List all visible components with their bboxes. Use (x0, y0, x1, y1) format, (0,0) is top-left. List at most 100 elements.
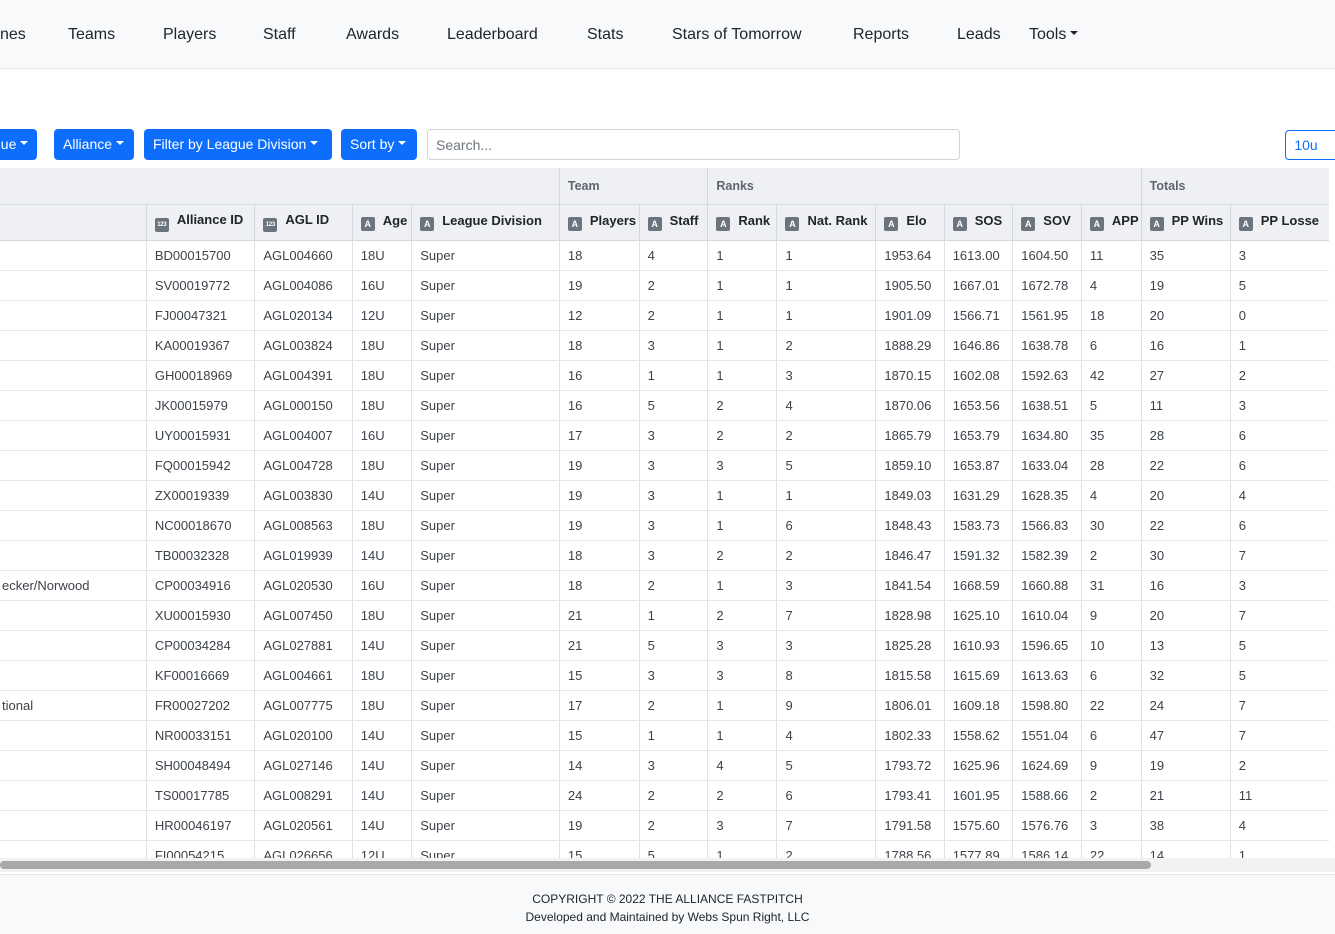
table-cell: 2 (1080, 780, 1142, 811)
nav-item-stats[interactable]: Stats (587, 25, 623, 44)
table-cell: 1815.58 (875, 660, 945, 691)
table-cell: 1592.63 (1012, 360, 1082, 391)
table-row[interactable]: BD00015700 AGL004660 18U Super 18 4 1 1 1953.64 1… (0, 240, 1329, 271)
search-input[interactable] (427, 129, 960, 160)
table-row[interactable]: GH00018969 AGL004391 18U Super 16 1 1 3 1870.15 1… (0, 360, 1329, 391)
table-cell: 1582.39 (1012, 540, 1082, 571)
table-cell: AGL004007 (254, 420, 353, 451)
table-cell: 1604.50 (1012, 240, 1082, 271)
alliance-filter-button[interactable]: Alliance (54, 129, 134, 160)
column-header[interactable]: A Age (351, 204, 412, 241)
column-header-label: APP (1111, 213, 1139, 228)
division-filter-button[interactable]: Filter by League Division (144, 129, 332, 160)
text-type-icon: A (1021, 217, 1036, 231)
table-row[interactable]: SV00019772 AGL004086 16U Super 19 2 1 1 1905.50 1… (0, 270, 1329, 301)
nav-item-players[interactable]: Players (163, 25, 216, 44)
column-header-name[interactable] (0, 204, 147, 241)
table-cell: 1825.28 (875, 630, 945, 661)
nav-item-leaderboard[interactable]: Leaderboard (447, 25, 538, 44)
table-cell: 2 (776, 840, 876, 858)
nav-item-stars-of-tomorrow[interactable]: Stars of Tomorrow (672, 25, 802, 44)
table-cell: 22 (1080, 840, 1142, 858)
table-cell: 5 (638, 390, 708, 421)
table-row[interactable]: JK00015979 AGL000150 18U Super 16 5 2 4 1870.06 1… (0, 390, 1329, 421)
table-cell: 22 (1080, 690, 1142, 721)
table-row[interactable]: KA00019367 AGL003824 18U Super 18 3 1 2 1888.29 1… (0, 330, 1329, 361)
table-cell: 14U (351, 780, 412, 811)
table-row[interactable]: ecker/Norwood CP00034916 AGL020530 16U Super… (0, 570, 1329, 601)
table-row[interactable]: SH00048494 AGL027146 14U Super 14 3 4 5 1793.72 1… (0, 750, 1329, 781)
table-row[interactable]: FJ00047321 AGL020134 12U Super 12 2 1 1 1901.09 1… (0, 300, 1329, 331)
table-cell: 2 (707, 390, 777, 421)
table-cell: 2 (776, 420, 876, 451)
table-cell: 2 (638, 300, 708, 331)
table-cell: 1646.86 (943, 330, 1013, 361)
table-cell: NC00018670 (145, 510, 255, 541)
table-cell: ZX00019339 (145, 480, 255, 511)
table-cell: 16 (558, 390, 640, 421)
scrollbar-thumb[interactable] (0, 861, 1151, 869)
table-row[interactable]: HR00046197 AGL020561 14U Super 19 2 3 7 1791.58 1… (0, 810, 1329, 841)
table-row[interactable]: ZX00019339 AGL003830 14U Super 19 3 1 1 1849.03 1… (0, 480, 1329, 511)
nav-item-teams[interactable]: Teams (68, 25, 115, 44)
table-cell: 30 (1140, 540, 1231, 571)
table-cell: 2 (707, 780, 777, 811)
table-row[interactable]: FQ00015942 AGL004728 18U Super 19 3 3 5 1859.10 1… (0, 450, 1329, 481)
table-row[interactable]: UY00015931 AGL004007 16U Super 17 3 2 2 1865.79 1… (0, 420, 1329, 451)
table-cell: CP00034284 (145, 630, 255, 661)
table-row[interactable]: XU00015930 AGL007450 18U Super 21 1 2 7 1828.98 1… (0, 600, 1329, 631)
table-cell: 8 (776, 660, 876, 691)
table-row[interactable]: CP00034284 AGL027881 14U Super 21 5 3 3 1825.28 1… (0, 630, 1329, 661)
column-header[interactable]: 123 AGL ID (254, 204, 353, 241)
table-cell: 1628.35 (1012, 480, 1082, 511)
table-cell: 7 (1229, 540, 1329, 571)
column-header[interactable]: A PP Losse (1229, 204, 1329, 241)
column-header[interactable]: A Staff (638, 204, 708, 241)
nav-item-staff[interactable]: Staff (263, 25, 296, 44)
table-row[interactable]: NC00018670 AGL008563 18U Super 19 3 1 6 1848.43 1… (0, 510, 1329, 541)
table-cell: Super (411, 570, 560, 601)
sort-by-button[interactable]: Sort by (341, 129, 417, 160)
table-row[interactable]: FI00054215 AGL026656 12U Super 15 5 1 2 1788.56 1… (0, 840, 1329, 858)
table-cell: 1793.72 (875, 750, 945, 781)
table-cell: SH00048494 (145, 750, 255, 781)
column-header[interactable]: A Rank (707, 204, 777, 241)
table-cell: 1631.29 (943, 480, 1013, 511)
table-cell: UY00015931 (145, 420, 255, 451)
nav-item-games[interactable]: nes (0, 25, 26, 44)
age-10u-button[interactable]: 10u (1285, 130, 1327, 160)
teams-table: Team Ranks Totals 123 Alliance ID 123 AGL I… (0, 168, 1329, 858)
table-row[interactable]: NR00033151 AGL020100 14U Super 15 1 1 4 1802.33 1… (0, 720, 1329, 751)
column-header[interactable]: 123 Alliance ID (145, 204, 255, 241)
nav-item-leads[interactable]: Leads (957, 25, 1001, 44)
table-row[interactable]: KF00016669 AGL004661 18U Super 15 3 3 8 1815.58 1… (0, 660, 1329, 691)
table-cell: TB00032328 (145, 540, 255, 571)
table-cell: 1 (776, 240, 876, 271)
nav-item-tools[interactable]: Tools (1029, 25, 1079, 44)
table-cell: 1849.03 (875, 480, 945, 511)
age-next-button[interactable] (1326, 130, 1335, 160)
column-header[interactable]: A Nat. Rank (776, 204, 876, 241)
column-header[interactable]: A Elo (875, 204, 945, 241)
table-cell: FJ00047321 (145, 300, 255, 331)
column-header[interactable]: A SOS (943, 204, 1013, 241)
table-row[interactable]: TS00017785 AGL008291 14U Super 24 2 2 6 1793.41 1… (0, 780, 1329, 811)
table-row[interactable]: TB00032328 AGL019939 14U Super 18 3 2 2 1846.47 1… (0, 540, 1329, 571)
horizontal-scrollbar[interactable] (0, 858, 1335, 872)
table-cell: 15 (558, 840, 640, 858)
column-header[interactable]: A Players (558, 204, 640, 241)
league-filter-button[interactable]: gue (0, 129, 38, 160)
table-cell: 3 (776, 570, 876, 601)
nav-item-awards[interactable]: Awards (346, 25, 399, 44)
column-header[interactable]: A League Division (411, 204, 560, 241)
column-header[interactable]: A APP (1080, 204, 1142, 241)
column-header[interactable]: A SOV (1012, 204, 1082, 241)
column-header-label: Players (589, 213, 637, 228)
table-row[interactable]: tional FR00027202 AGL007775 18U Super 17 2 1 9 18… (0, 690, 1329, 721)
column-header[interactable]: A PP Wins (1140, 204, 1231, 241)
nav-item-reports[interactable]: Reports (853, 25, 909, 44)
numeric-type-icon: 123 (263, 218, 278, 232)
table-cell: 20 (1140, 600, 1231, 631)
table-cell: 11 (1229, 780, 1329, 811)
column-header-label: Nat. Rank (807, 213, 868, 228)
